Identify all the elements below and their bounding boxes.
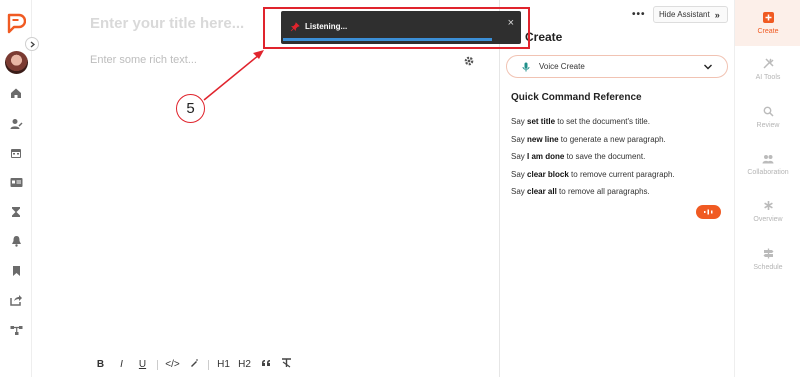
search-icon [762,106,774,118]
list-item: Say clear block to remove current paragr… [511,169,675,179]
annotation-highlight-box [263,7,530,49]
clear-format-icon[interactable] [276,358,297,371]
left-nav [0,0,32,377]
bookmark-icon[interactable] [8,263,24,279]
toolbar-divider [208,359,209,370]
signpost-icon [762,248,774,260]
asterisk-icon [762,200,774,212]
voice-activity-button[interactable] [696,205,721,219]
italic-button[interactable]: I [111,359,132,370]
list-item: Say new line to generate a new paragraph… [511,134,666,144]
rail-item-label: Collaboration [747,168,789,176]
tools-icon [762,58,774,70]
rail-item-overview[interactable]: Overview [735,188,800,234]
bold-button[interactable]: B [90,359,111,370]
hide-assistant-label: Hide Assistant [659,10,710,19]
highlight-icon[interactable] [183,358,204,371]
rail-item-label: AI Tools [755,73,781,81]
collapse-sidebar-button[interactable] [25,37,39,51]
format-toolbar: B I U </> H1 H2 [90,358,297,371]
microphone-icon [522,62,530,71]
list-item: Say I am done to save the document. [511,152,646,162]
rail-item-label: Create [757,27,779,35]
home-icon[interactable] [8,85,24,101]
assistant-panel: ••• Hide Assistant » Create Voice Create… [500,0,734,377]
underline-button[interactable]: U [132,359,153,370]
share-icon[interactable] [8,292,24,308]
avatar[interactable] [5,51,28,74]
heading2-button[interactable]: H2 [234,359,255,370]
editor: Enter your title here... Enter some rich… [32,0,500,377]
quote-icon[interactable] [255,359,276,370]
rich-text-input[interactable]: Enter some rich text... [90,54,197,66]
workflow-icon[interactable] [8,322,24,338]
code-button[interactable]: </> [162,359,183,370]
command-list: Say set title to set the document's titl… [511,116,675,204]
id-card-icon[interactable] [8,174,24,190]
rail-item-review[interactable]: Review [735,94,800,140]
user-edit-icon[interactable] [8,116,24,132]
assistant-title: Create [525,30,563,44]
plus-square-icon [762,12,774,24]
gear-icon[interactable] [463,54,475,66]
toolbar-divider [157,359,158,370]
rail-item-ai-tools[interactable]: AI Tools [735,46,800,92]
app-logo[interactable] [6,13,27,35]
rail-item-label: Review [756,121,780,129]
calendar-icon[interactable] [8,145,24,161]
rail-item-create[interactable]: Create [735,0,800,46]
hide-assistant-button[interactable]: Hide Assistant » [653,6,728,23]
right-rail: Create AI Tools Review Collaboration Ove… [734,0,800,377]
rail-item-collaboration[interactable]: Collaboration [735,141,800,187]
rail-item-label: Overview [753,215,783,223]
list-item: Say clear all to remove all paragraphs. [511,187,650,197]
chevron-down-icon [704,64,712,70]
title-input[interactable]: Enter your title here... [90,15,244,32]
audio-wave-icon [704,209,713,215]
more-options-button[interactable]: ••• [632,9,646,20]
double-chevron-right-icon: » [714,9,720,20]
heading1-button[interactable]: H1 [213,359,234,370]
rail-item-label: Schedule [753,263,783,271]
annotation-step-number: 5 [176,94,205,123]
voice-mode-value: Voice Create [539,62,585,71]
users-icon [762,153,774,165]
rail-item-schedule[interactable]: Schedule [735,236,800,282]
voice-mode-select[interactable]: Voice Create [506,55,728,78]
bell-icon[interactable] [8,233,24,249]
hourglass-icon[interactable] [8,204,24,220]
chevron-right-icon [30,41,35,47]
quick-command-heading: Quick Command Reference [511,92,642,103]
list-item: Say set title to set the document's titl… [511,117,650,126]
